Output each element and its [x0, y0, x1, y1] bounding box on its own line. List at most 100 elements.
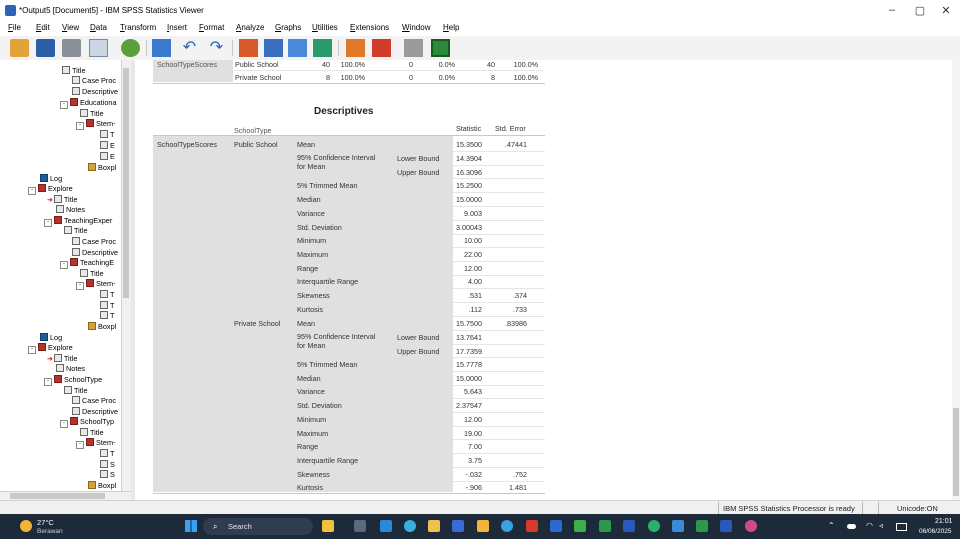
designate-window-icon[interactable] [372, 39, 391, 57]
undo-icon[interactable]: ↶ [180, 39, 199, 57]
tree-node[interactable]: T [100, 290, 114, 300]
tree-node[interactable]: E [100, 141, 115, 151]
excel-icon[interactable] [696, 520, 708, 532]
collapse-icon[interactable]: - [28, 346, 36, 354]
menu-file[interactable]: File [8, 23, 21, 32]
clock-time[interactable]: 21:01 [935, 518, 953, 525]
select-last-output-icon[interactable] [346, 39, 365, 57]
tree-node[interactable]: Title [64, 226, 88, 236]
app-icon[interactable] [599, 520, 611, 532]
recall-dialog-icon[interactable] [152, 39, 171, 57]
export-icon[interactable] [121, 39, 140, 57]
tree-node[interactable]: - Explore [28, 184, 73, 195]
print-icon[interactable] [62, 39, 81, 57]
tree-node[interactable]: - SchoolTyp [60, 417, 114, 428]
collapse-icon[interactable]: - [76, 122, 84, 130]
whatsapp-icon[interactable] [648, 520, 660, 532]
app-icon[interactable] [672, 520, 684, 532]
task-view-icon[interactable] [354, 520, 366, 532]
copilot-icon[interactable] [322, 520, 334, 532]
redo-icon[interactable]: ↷ [207, 39, 226, 57]
app-icon[interactable] [526, 520, 538, 532]
menu-graphs[interactable]: Graphs [275, 23, 301, 32]
cloud-icon[interactable] [847, 524, 856, 529]
spss-taskbar-icon[interactable] [745, 520, 757, 532]
print-preview-icon[interactable] [89, 39, 108, 57]
collapse-icon[interactable]: - [44, 219, 52, 227]
collapse-icon[interactable]: - [60, 420, 68, 428]
tree-node[interactable]: Title [80, 269, 104, 279]
save-icon[interactable] [36, 39, 55, 57]
tree-node[interactable]: Log [40, 174, 62, 184]
maximize-button[interactable]: ▢ [908, 4, 932, 17]
tree-node[interactable]: Notes [56, 205, 85, 215]
browser-icon[interactable] [404, 520, 416, 532]
collapse-icon[interactable]: - [76, 441, 84, 449]
tree-node[interactable]: S [100, 460, 115, 470]
taskbar-search-box[interactable]: ⌕ Search [203, 518, 313, 535]
collapse-icon[interactable]: - [60, 261, 68, 269]
tree-vertical-scrollbar[interactable] [121, 60, 131, 491]
menu-format[interactable]: Format [199, 23, 224, 32]
tree-node[interactable]: T [100, 130, 114, 140]
minimize-button[interactable]: – [880, 4, 904, 16]
tree-node[interactable]: - TeachingE [60, 258, 114, 269]
scroll-thumb[interactable] [953, 408, 959, 496]
tree-node[interactable]: T [100, 301, 114, 311]
use-sets-icon[interactable] [313, 39, 332, 57]
clock-date[interactable]: 06/06/2025 [919, 528, 952, 535]
tree-node[interactable]: Descriptive [72, 87, 118, 97]
scroll-thumb[interactable] [123, 68, 129, 298]
collapse-icon[interactable]: - [28, 187, 36, 195]
battery-icon[interactable] [896, 523, 907, 531]
variables-icon[interactable] [288, 39, 307, 57]
menu-extensions[interactable]: Extensions [350, 23, 389, 32]
menu-help[interactable]: Help [443, 23, 459, 32]
edge-icon[interactable] [380, 520, 392, 532]
tree-node[interactable]: ➜ Title [47, 354, 77, 364]
word-icon[interactable] [720, 520, 732, 532]
tree-node[interactable]: Title [80, 109, 104, 119]
menu-transform[interactable]: Transform [120, 23, 156, 32]
collapse-icon[interactable]: - [44, 378, 52, 386]
tree-node[interactable]: - TeachingExper [44, 216, 112, 227]
tree-node[interactable]: - Educationa [60, 98, 117, 109]
insert-output-icon[interactable] [431, 39, 450, 57]
chrome-icon[interactable] [501, 520, 513, 532]
menu-view[interactable]: View [62, 23, 79, 32]
chevron-up-icon[interactable]: ⌃ [828, 521, 835, 530]
collapse-icon[interactable]: - [76, 282, 84, 290]
file-explorer-icon[interactable] [428, 520, 440, 532]
tree-node[interactable]: S [100, 470, 115, 480]
folder-icon[interactable] [477, 520, 489, 532]
menu-data[interactable]: Data [90, 23, 107, 32]
menu-insert[interactable]: Insert [167, 23, 187, 32]
tree-node[interactable]: - Stem- [76, 119, 115, 130]
tree-node[interactable]: Case Proc [72, 396, 116, 406]
app-icon[interactable] [623, 520, 635, 532]
tree-node[interactable]: T [100, 449, 114, 459]
tree-node[interactable]: Title [62, 66, 86, 76]
close-button[interactable]: ✕ [934, 4, 958, 17]
tree-node[interactable]: Boxpl [88, 322, 116, 332]
goto-case-icon[interactable] [264, 39, 283, 57]
tree-node[interactable]: ➜ Title [47, 195, 77, 205]
menu-analyze[interactable]: Analyze [236, 23, 264, 32]
tree-node[interactable]: - Explore [28, 343, 73, 354]
tree-node[interactable]: Descriptive [72, 248, 118, 258]
store-icon[interactable] [452, 520, 464, 532]
weather-icon[interactable] [20, 520, 32, 532]
tree-node[interactable]: T [100, 311, 114, 321]
app-icon[interactable] [550, 520, 562, 532]
tree-node[interactable]: Title [64, 386, 88, 396]
scroll-thumb[interactable] [10, 493, 105, 499]
tree-node[interactable]: Descriptive [72, 407, 118, 417]
tree-node[interactable]: Title [80, 428, 104, 438]
menu-edit[interactable]: Edit [36, 23, 50, 32]
tree-node[interactable]: Case Proc [72, 237, 116, 247]
tree-node[interactable]: Notes [56, 364, 85, 374]
tree-node[interactable]: Case Proc [72, 76, 116, 86]
wifi-icon[interactable]: ◠ [866, 521, 873, 530]
volume-icon[interactable]: ◃ [879, 521, 883, 530]
tree-node[interactable]: - Stem- [76, 438, 115, 449]
